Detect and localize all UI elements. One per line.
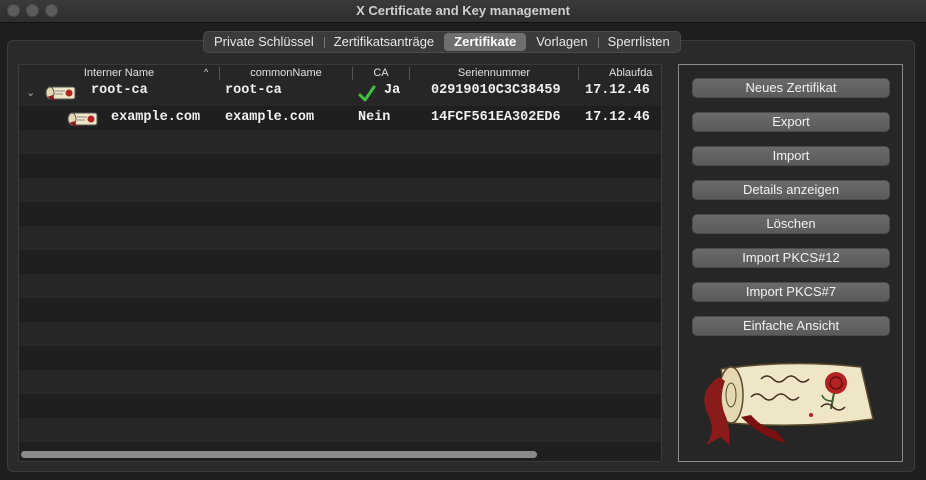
import-pkcs12-button[interactable]: Import PKCS#12 (692, 248, 890, 268)
tab-certificate-requests[interactable]: Zertifikatsanträge (323, 33, 444, 51)
serial-cell: 02919010C3C38459 (431, 83, 561, 98)
tab-private-keys[interactable]: Private Schlüssel (204, 33, 324, 51)
check-icon (358, 85, 376, 102)
empty-row (19, 250, 661, 274)
column-header-internal-name[interactable]: Interner Name ^ (19, 67, 219, 79)
empty-row (19, 154, 661, 178)
sort-ascending-icon: ^ (204, 67, 209, 77)
column-header-common-name[interactable]: commonName (220, 67, 352, 79)
title-bar: X Certificate and Key management (0, 0, 926, 23)
internal-name-cell: example.com (111, 110, 201, 125)
chevron-down-icon[interactable]: ⌄ (26, 86, 35, 99)
ca-cell: Ja (384, 83, 401, 98)
empty-row (19, 202, 661, 226)
certificate-scroll-icon (67, 112, 98, 127)
empty-row (19, 274, 661, 298)
column-divider (578, 67, 579, 80)
show-details-button[interactable]: Details anzeigen (692, 180, 890, 200)
simple-view-button[interactable]: Einfache Ansicht (692, 316, 890, 336)
tab-bar: Private Schlüssel Zertifikatsanträge Zer… (203, 31, 681, 53)
common-name-cell: example.com (225, 110, 315, 125)
xca-scroll-logo (704, 362, 874, 445)
column-header-expiry[interactable]: Ablaufda (609, 67, 661, 79)
empty-row (19, 178, 661, 202)
internal-name-cell: root-ca (91, 83, 148, 98)
tab-certificates[interactable]: Zertifikate (444, 33, 527, 51)
ca-cell: Nein (358, 110, 391, 125)
import-pkcs7-button[interactable]: Import PKCS#7 (692, 282, 890, 302)
certificate-scroll-icon (45, 86, 76, 101)
tab-templates[interactable]: Vorlagen (526, 33, 597, 51)
empty-row (19, 370, 661, 394)
common-name-cell: root-ca (225, 83, 282, 98)
table-header: Interner Name ^ commonName CA Seriennumm… (19, 65, 661, 83)
import-button[interactable]: Import (692, 146, 890, 166)
empty-row (19, 418, 661, 442)
empty-row (19, 130, 661, 154)
empty-row (19, 346, 661, 370)
delete-button[interactable]: Löschen (692, 214, 890, 234)
table-row[interactable]: example.com example.com Nein 14FCF561EA3… (19, 106, 661, 130)
export-button[interactable]: Export (692, 112, 890, 132)
certificate-table[interactable]: Interner Name ^ commonName CA Seriennumm… (18, 64, 662, 462)
tab-revocation-lists[interactable]: Sperrlisten (597, 33, 680, 51)
column-header-ca[interactable]: CA (353, 67, 409, 79)
empty-row (19, 226, 661, 250)
action-panel: Neues Zertifikat Export Import Details a… (678, 64, 903, 462)
empty-row (19, 322, 661, 346)
empty-row (19, 298, 661, 322)
expiry-cell: 17.12.46 (585, 83, 650, 98)
table-row[interactable]: ⌄ root-ca root-ca Ja 02919010C3C38459 17… (19, 82, 661, 106)
window-title: X Certificate and Key management (356, 3, 570, 18)
new-certificate-button[interactable]: Neues Zertifikat (692, 78, 890, 98)
expiry-cell: 17.12.46 (585, 110, 650, 125)
serial-cell: 14FCF561EA302ED6 (431, 110, 561, 125)
empty-row (19, 394, 661, 418)
column-header-serial[interactable]: Seriennummer (410, 67, 578, 79)
horizontal-scrollbar[interactable] (21, 451, 537, 458)
